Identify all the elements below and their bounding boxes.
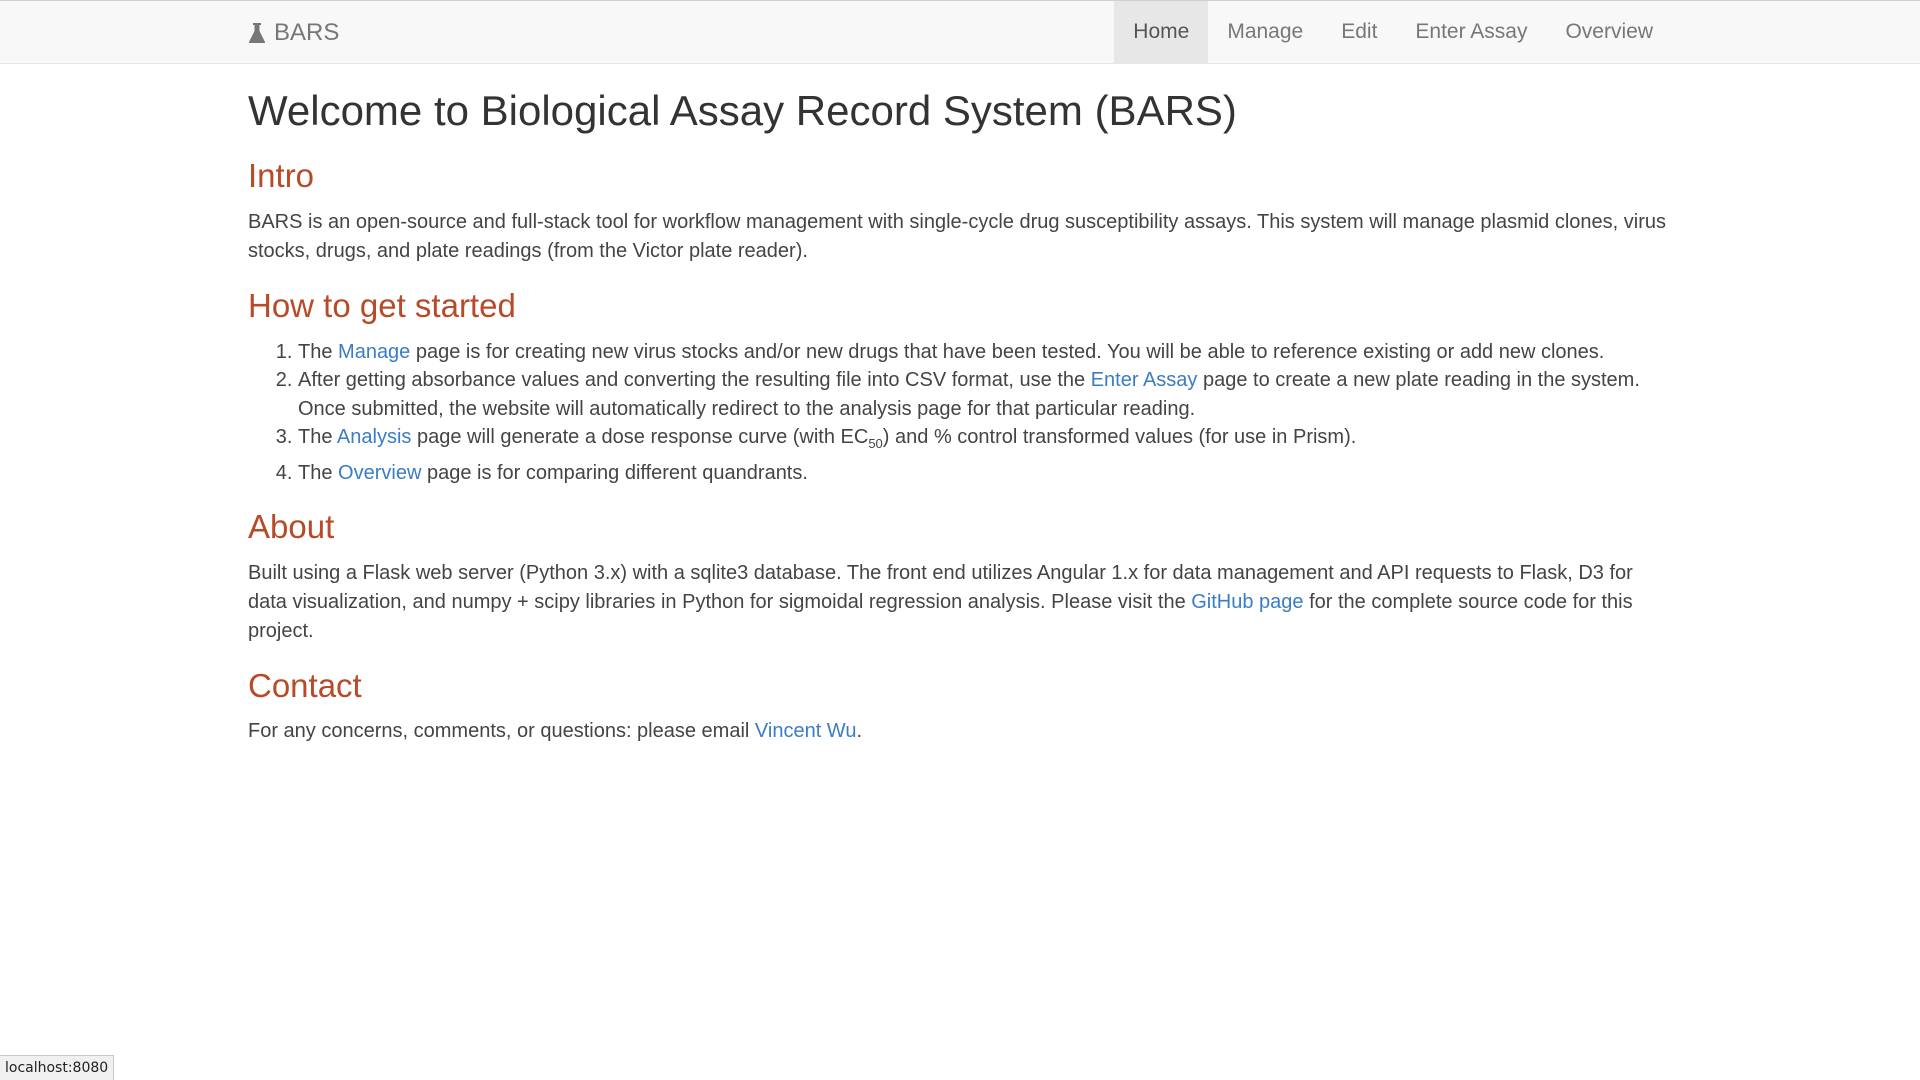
overview-link[interactable]: Overview	[338, 462, 421, 484]
intro-text: BARS is an open-source and full-stack to…	[248, 210, 1666, 262]
about-heading: About	[248, 508, 335, 546]
step-3-text-middle: page will generate a dose response curve…	[411, 426, 869, 449]
main-content: Welcome to Biological Assay Record Syste…	[248, 64, 1672, 746]
step-4: The Overview page is for comparing diffe…	[298, 459, 1672, 488]
step-3-text-before: The	[298, 426, 337, 449]
enter-assay-link[interactable]: Enter Assay	[1091, 369, 1198, 391]
contact-heading: Contact	[248, 666, 362, 704]
step-1-text-before: The	[298, 340, 339, 363]
flask-icon	[248, 22, 266, 44]
getting-started-heading: How to get started	[248, 286, 516, 324]
analysis-link[interactable]: Analysis	[337, 426, 411, 448]
main-nav: Home Manage Edit Enter Assay Overview	[1114, 1, 1672, 63]
about-text: Built using a Flask web server (Python 3…	[248, 559, 1672, 646]
contact-text-before: For any concerns, comments, or questions…	[248, 720, 755, 743]
nav-item-enter-assay[interactable]: Enter Assay	[1396, 1, 1546, 63]
contact-text-after: .	[856, 720, 863, 743]
step-1: The Manage page is for creating new viru…	[298, 338, 1672, 367]
ec50-subscript: 50	[868, 436, 883, 452]
step-1-text-after: page is for creating new virus stocks an…	[410, 340, 1605, 363]
status-bar-url: localhost:8080	[0, 1055, 115, 1080]
step-2-text-before: After getting absorbance values and conv…	[298, 369, 1091, 392]
brand-link[interactable]: BARS	[248, 1, 339, 65]
step-4-text-after: page is for comparing different quandran…	[421, 461, 808, 484]
nav-item-overview[interactable]: Overview	[1546, 1, 1672, 63]
manage-link[interactable]: Manage	[338, 341, 410, 363]
top-navbar: BARS Home Manage Edit Enter Assay Overvi…	[0, 0, 1920, 64]
intro-heading: Intro	[248, 157, 315, 195]
step-2: After getting absorbance values and conv…	[298, 366, 1672, 423]
github-link[interactable]: GitHub page	[1191, 591, 1303, 613]
step-3: The Analysis page will generate a dose r…	[298, 423, 1672, 459]
nav-item-edit[interactable]: Edit	[1322, 1, 1396, 63]
contact-text: For any concerns, comments, or questions…	[248, 717, 1672, 746]
getting-started-list: The Manage page is for creating new viru…	[248, 338, 1672, 488]
step-3-text-after: ) and % control transformed values (for …	[882, 426, 1357, 449]
brand-label: BARS	[274, 19, 340, 46]
nav-item-manage[interactable]: Manage	[1208, 1, 1322, 63]
page-title: Welcome to Biological Assay Record Syste…	[248, 87, 1237, 134]
nav-item-home[interactable]: Home	[1114, 1, 1209, 63]
email-link[interactable]: Vincent Wu	[755, 720, 857, 742]
step-4-text-before: The	[298, 461, 339, 484]
